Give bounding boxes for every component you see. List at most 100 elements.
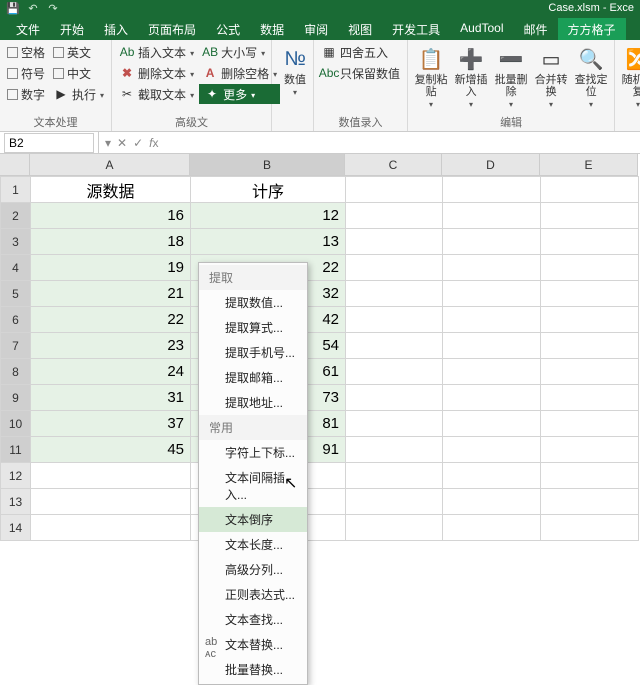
cell[interactable] — [443, 229, 541, 255]
cell[interactable] — [346, 281, 443, 307]
btn-add-insert[interactable]: ➕新增插 入 — [452, 42, 490, 110]
tab-fanggezi[interactable]: 方方格子 — [558, 18, 626, 40]
cell[interactable]: 源数据 — [31, 177, 191, 203]
select-all-corner[interactable] — [0, 154, 30, 176]
save-icon[interactable]: 💾 — [6, 2, 20, 16]
btn-delete-text[interactable]: ✖删除文本 — [116, 63, 197, 83]
tab-layout[interactable]: 页面布局 — [138, 18, 206, 40]
mi-regex[interactable]: 正则表达式... — [199, 582, 307, 607]
cell[interactable]: 45 — [31, 437, 191, 463]
row-header[interactable]: 10 — [1, 411, 31, 437]
cell[interactable] — [346, 359, 443, 385]
mi-text-find[interactable]: 文本查找... — [199, 607, 307, 632]
cell[interactable] — [541, 437, 639, 463]
cell[interactable] — [541, 177, 639, 203]
btn-del-space[interactable]: A删除空格 — [199, 63, 280, 83]
cell[interactable] — [346, 333, 443, 359]
cell[interactable] — [443, 281, 541, 307]
tab-data[interactable]: 数据 — [250, 18, 294, 40]
cell[interactable] — [541, 307, 639, 333]
cell[interactable] — [541, 255, 639, 281]
btn-crop-text[interactable]: ✂截取文本 — [116, 84, 197, 104]
cell[interactable] — [346, 515, 443, 541]
mi-adv-split[interactable]: 高级分列... — [199, 557, 307, 582]
btn-numeric[interactable]: № 数值 — [276, 42, 314, 98]
tab-review[interactable]: 审阅 — [294, 18, 338, 40]
cell[interactable] — [443, 411, 541, 437]
row-header[interactable]: 3 — [1, 229, 31, 255]
cell[interactable] — [31, 463, 191, 489]
cell[interactable] — [443, 359, 541, 385]
cell[interactable] — [31, 515, 191, 541]
chk-number[interactable]: 数字 — [4, 84, 48, 104]
tab-mail[interactable]: 邮件 — [514, 18, 558, 40]
cell[interactable] — [443, 463, 541, 489]
row-header[interactable]: 13 — [1, 489, 31, 515]
fx-icon[interactable]: fx — [149, 136, 158, 150]
fx-dropdown-icon[interactable]: ▾ — [105, 136, 111, 150]
cell[interactable] — [541, 359, 639, 385]
cell[interactable] — [541, 333, 639, 359]
row-header[interactable]: 2 — [1, 203, 31, 229]
cell[interactable] — [346, 229, 443, 255]
formula-input[interactable] — [165, 133, 640, 153]
cell[interactable]: 24 — [31, 359, 191, 385]
cell[interactable] — [443, 437, 541, 463]
cell[interactable] — [541, 411, 639, 437]
tab-view[interactable]: 视图 — [338, 18, 382, 40]
mi-interval[interactable]: 文本间隔插入... — [199, 465, 307, 507]
cell[interactable] — [346, 437, 443, 463]
redo-icon[interactable]: ↷ — [46, 2, 60, 16]
cell[interactable]: 31 — [31, 385, 191, 411]
tab-formula[interactable]: 公式 — [206, 18, 250, 40]
cell[interactable]: 16 — [31, 203, 191, 229]
cell[interactable]: 计序 — [191, 177, 346, 203]
name-box[interactable] — [4, 133, 94, 153]
cell[interactable] — [346, 255, 443, 281]
mi-extract-value[interactable]: 提取数值... — [199, 290, 307, 315]
cell[interactable] — [31, 489, 191, 515]
mi-extract-email[interactable]: 提取邮箱... — [199, 365, 307, 390]
undo-icon[interactable]: ↶ — [26, 2, 40, 16]
row-header[interactable]: 8 — [1, 359, 31, 385]
row-header[interactable]: 7 — [1, 333, 31, 359]
btn-insert-text[interactable]: Ab插入文本 — [116, 42, 197, 62]
btn-random[interactable]: 🔀 随机重 复 — [619, 42, 640, 110]
btn-find[interactable]: 🔍查找定 位 — [572, 42, 610, 110]
btn-round[interactable]: ▦四舍五入 — [318, 42, 403, 62]
cell[interactable] — [541, 515, 639, 541]
row-header[interactable]: 5 — [1, 281, 31, 307]
tab-audtool[interactable]: AudTool — [450, 18, 513, 40]
cell[interactable]: 18 — [31, 229, 191, 255]
cell[interactable]: 22 — [31, 307, 191, 333]
cell[interactable] — [443, 515, 541, 541]
chk-chinese[interactable]: 中文 — [50, 63, 107, 83]
btn-execute[interactable]: ▶执行 — [50, 84, 107, 104]
mi-extract-phone[interactable]: 提取手机号... — [199, 340, 307, 365]
cell[interactable]: 12 — [191, 203, 346, 229]
mi-extract-expr[interactable]: 提取算式... — [199, 315, 307, 340]
row-header[interactable]: 1 — [1, 177, 31, 203]
cell[interactable] — [443, 307, 541, 333]
col-header-B[interactable]: B — [190, 154, 345, 176]
btn-keep-value[interactable]: Abc只保留数值 — [318, 63, 403, 83]
mi-reverse[interactable]: 文本倒序 — [199, 507, 307, 532]
row-header[interactable]: 12 — [1, 463, 31, 489]
cell[interactable]: 19 — [31, 255, 191, 281]
cell[interactable] — [346, 385, 443, 411]
cell[interactable] — [346, 203, 443, 229]
cell[interactable] — [443, 489, 541, 515]
cell[interactable]: 23 — [31, 333, 191, 359]
mi-text-len[interactable]: 文本长度... — [199, 532, 307, 557]
cell[interactable] — [443, 333, 541, 359]
tab-home[interactable]: 开始 — [50, 18, 94, 40]
cell[interactable] — [443, 203, 541, 229]
fx-cancel-icon[interactable]: ✕ — [117, 136, 127, 150]
cell[interactable]: 21 — [31, 281, 191, 307]
cell[interactable]: 13 — [191, 229, 346, 255]
cell[interactable] — [346, 489, 443, 515]
row-header[interactable]: 6 — [1, 307, 31, 333]
col-header-D[interactable]: D — [442, 154, 540, 176]
cell[interactable] — [443, 255, 541, 281]
chk-space[interactable]: 空格 — [4, 42, 48, 62]
